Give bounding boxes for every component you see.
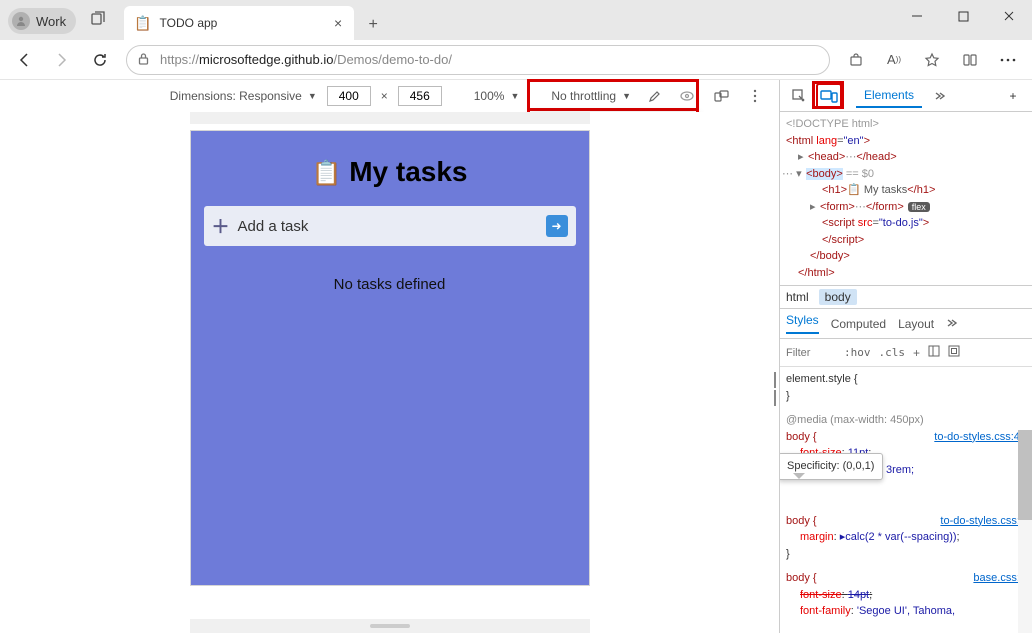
- read-aloud-icon[interactable]: A)): [876, 44, 912, 76]
- tab-title: TODO app: [160, 16, 323, 30]
- devtools-scrollbar[interactable]: [1018, 430, 1032, 633]
- collections-icon[interactable]: [90, 10, 110, 30]
- devtools-panel: Elements + <!DOCTYPE html> <html lang="e…: [779, 80, 1032, 633]
- app-title: 📋 My tasks: [204, 156, 576, 188]
- more-tabs-icon[interactable]: [926, 83, 952, 109]
- css-link-1[interactable]: to-do-styles.css:40: [934, 429, 1026, 446]
- more-styles-tabs-icon[interactable]: [946, 317, 958, 331]
- cls-toggle[interactable]: .cls: [879, 346, 906, 359]
- ruler-top: [190, 112, 590, 124]
- window-maximize-button[interactable]: [940, 0, 986, 32]
- demo-app: 📋 My tasks ＋ Add a task ➜ No tasks defin…: [190, 130, 590, 586]
- dom-tree[interactable]: <!DOCTYPE html> <html lang="en"> ▸<head>…: [780, 112, 1032, 285]
- back-button[interactable]: [6, 44, 42, 76]
- styles-filter-input[interactable]: [786, 347, 836, 359]
- computed-sidebar-icon[interactable]: [928, 345, 940, 360]
- shopping-icon[interactable]: [838, 44, 874, 76]
- profile-label: Work: [36, 14, 66, 29]
- browser-tab[interactable]: 📋 TODO app ×: [124, 6, 354, 40]
- settings-more-icon[interactable]: [990, 44, 1026, 76]
- new-tab-button[interactable]: +: [358, 10, 388, 40]
- crumb-body[interactable]: body: [819, 289, 857, 305]
- add-task-placeholder: Add a task: [238, 218, 538, 235]
- window-titlebar: Work 📋 TODO app × +: [0, 0, 1032, 40]
- crumb-html[interactable]: html: [786, 290, 809, 304]
- tab-elements[interactable]: Elements: [856, 84, 922, 108]
- specificity-tooltip: Specificity: (0,0,1): [780, 453, 883, 480]
- more-options-icon[interactable]: [743, 84, 767, 108]
- browser-toolbar: https://microsoftedge.github.io/Demos/de…: [0, 40, 1032, 80]
- styles-tabs: Styles Computed Layout: [780, 309, 1032, 339]
- tab-close-icon[interactable]: ×: [330, 15, 346, 31]
- inspect-element-icon[interactable]: [786, 83, 812, 109]
- new-rule-icon[interactable]: +: [913, 346, 920, 360]
- rotate-icon[interactable]: [709, 84, 733, 108]
- dom-breadcrumb[interactable]: html body: [780, 285, 1032, 309]
- refresh-button[interactable]: [82, 44, 118, 76]
- url-text: https://microsoftedge.github.io/Demos/de…: [160, 52, 452, 67]
- window-minimize-button[interactable]: [894, 0, 940, 32]
- styles-pane[interactable]: element.style {} @media (max-width: 450p…: [780, 367, 1032, 633]
- box-model-icon[interactable]: [948, 345, 960, 360]
- new-style-rule-icon[interactable]: +: [1000, 83, 1026, 109]
- highlight-throttling-button: [527, 79, 699, 111]
- tab-favicon-icon: 📋: [134, 15, 151, 32]
- width-input[interactable]: [327, 86, 371, 106]
- tab-computed[interactable]: Computed: [831, 317, 886, 331]
- hov-toggle[interactable]: :hov: [844, 346, 871, 359]
- submit-task-icon[interactable]: ➜: [546, 215, 568, 237]
- window-close-button[interactable]: [986, 0, 1032, 32]
- tab-layout[interactable]: Layout: [898, 317, 934, 331]
- add-task-row[interactable]: ＋ Add a task ➜: [204, 206, 576, 246]
- empty-state: No tasks defined: [204, 276, 576, 293]
- tab-styles[interactable]: Styles: [786, 313, 819, 334]
- favorite-icon[interactable]: [914, 44, 950, 76]
- height-input[interactable]: [398, 86, 442, 106]
- devtools-tabstrip: Elements +: [780, 80, 1032, 112]
- profile-button[interactable]: Work: [8, 8, 76, 34]
- viewport-resize-handle-bottom[interactable]: [190, 619, 590, 633]
- zoom-dropdown[interactable]: 100%▼: [474, 89, 520, 103]
- page-viewport-area: Dimensions: Responsive▼ × 100%▼ No throt…: [0, 80, 779, 633]
- styles-filter-row: :hov .cls +: [780, 339, 1032, 367]
- plus-icon: ＋: [212, 213, 230, 239]
- viewport-resize-handle-right[interactable]: [771, 372, 779, 432]
- css-link-2[interactable]: to-do-styles.css:1: [940, 513, 1026, 530]
- dim-separator: ×: [381, 89, 388, 103]
- address-bar[interactable]: https://microsoftedge.github.io/Demos/de…: [126, 45, 830, 75]
- lock-icon: [137, 52, 150, 68]
- forward-button: [44, 44, 80, 76]
- highlight-device-icon: [812, 81, 844, 109]
- split-screen-icon[interactable]: [952, 44, 988, 76]
- dimensions-dropdown[interactable]: Dimensions: Responsive▼: [170, 89, 317, 103]
- avatar-icon: [12, 12, 30, 30]
